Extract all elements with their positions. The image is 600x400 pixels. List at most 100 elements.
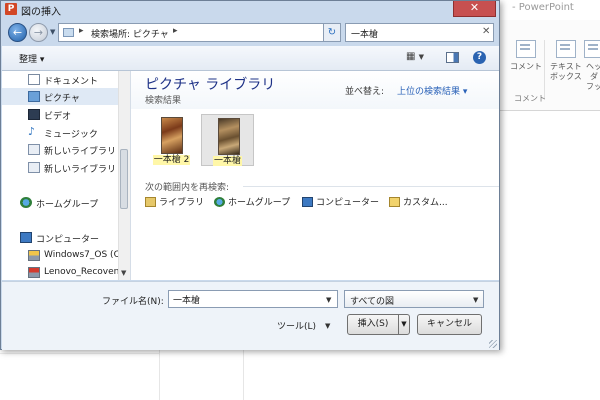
- textbox-label-1: テキスト: [550, 62, 582, 71]
- back-arrow-icon: ←: [12, 26, 23, 39]
- powerpoint-app-icon: P: [5, 3, 17, 15]
- back-button[interactable]: ←: [8, 23, 27, 42]
- nav-item-music[interactable]: ♪ ミュージック: [2, 124, 119, 141]
- insert-options-button[interactable]: ▼: [398, 314, 410, 335]
- file-item[interactable]: 一本槍 2: [145, 114, 198, 166]
- nav-item-videos[interactable]: ビデオ: [2, 106, 119, 123]
- nav-item-drive-c[interactable]: Windows7_OS (C: [2, 247, 120, 264]
- file-name: 一本槍 2: [152, 155, 191, 165]
- image-thumbnail: [218, 118, 240, 155]
- file-name: 一本槍: [212, 156, 242, 166]
- chevron-down-icon: ▼: [473, 296, 479, 304]
- image-thumbnail: [161, 117, 183, 154]
- breadcrumb-chevron-icon[interactable]: ▸: [173, 26, 178, 36]
- command-toolbar: 整理 ▾ ▦ ▼ ?: [2, 46, 499, 71]
- preview-pane-icon[interactable]: [446, 52, 459, 63]
- file-type-value: すべての図: [350, 297, 395, 307]
- resize-grip-icon[interactable]: [489, 340, 497, 348]
- dialog-title: 図の挿入: [21, 7, 61, 18]
- drive-icon: [28, 250, 40, 261]
- insert-button[interactable]: 挿入(S): [347, 314, 399, 335]
- arrange-by-dropdown[interactable]: 上位の検索結果 ▾: [397, 84, 467, 97]
- navigation-pane: ドキュメント ピクチャ ビデオ ♪ ミュージック 新しいライブラリ 新しいライブ…: [2, 71, 131, 280]
- tools-dropdown-icon[interactable]: ▼: [325, 322, 330, 330]
- library-title: ピクチャ ライブラリ: [145, 77, 276, 93]
- library-header: ピクチャ ライブラリ 検索結果 並べ替え: 上位の検索結果 ▾: [131, 71, 499, 109]
- clear-search-icon[interactable]: ✕: [482, 26, 490, 37]
- nav-item-homegroup[interactable]: ホームグループ: [2, 194, 119, 211]
- address-path[interactable]: 検索場所: ピクチャ: [91, 27, 169, 40]
- insert-picture-dialog: P 図の挿入 ✕ ← → ▼ ▸ 検索場所: ピクチャ ▸ ▼ ↻ 一本槍 ✕ …: [0, 0, 500, 350]
- powerpoint-title: - PowerPoint: [512, 2, 574, 13]
- navigation-row: ← → ▼ ▸ 検索場所: ピクチャ ▸ ▼ ↻ 一本槍 ✕: [1, 18, 499, 46]
- folder-icon: [63, 28, 74, 37]
- cancel-button[interactable]: キャンセル: [417, 314, 482, 335]
- search-input[interactable]: 一本槍: [351, 27, 378, 40]
- refresh-button[interactable]: ↻: [323, 23, 341, 42]
- filename-label: ファイル名(N):: [102, 297, 164, 307]
- music-icon: ♪: [28, 125, 36, 138]
- chevron-down-icon: ▼: [401, 320, 407, 328]
- pictures-icon: [28, 91, 40, 102]
- divider: [243, 186, 499, 187]
- forward-button[interactable]: →: [29, 23, 48, 42]
- nav-item-documents[interactable]: ドキュメント: [2, 71, 119, 88]
- search-box[interactable]: 一本槍 ✕: [345, 23, 494, 42]
- breadcrumb-chevron-icon[interactable]: ▸: [79, 26, 84, 36]
- nav-item-computer[interactable]: コンピューター: [2, 229, 119, 246]
- scroll-down-icon[interactable]: ▼: [121, 269, 126, 277]
- homegroup-icon: [214, 197, 225, 207]
- recent-locations-dropdown-icon[interactable]: ▼: [50, 28, 55, 36]
- file-item-selected[interactable]: 一本槍: [201, 114, 254, 166]
- header-footer-icon: [584, 40, 600, 58]
- nav-scrollbar[interactable]: ▼: [118, 71, 130, 280]
- forward-arrow-icon: →: [33, 26, 44, 39]
- document-edge: [159, 345, 160, 400]
- comment-label: コメント: [510, 62, 542, 71]
- close-button[interactable]: ✕: [453, 1, 496, 17]
- nav-item-new-library-1[interactable]: 新しいライブラリ: [2, 141, 119, 158]
- header-label-2: フッ: [586, 82, 600, 91]
- organize-menu[interactable]: 整理 ▾: [19, 52, 44, 65]
- computer-icon: [302, 197, 313, 207]
- library-subtitle: 検索結果: [145, 96, 182, 106]
- ribbon-group-comment: コメント: [514, 94, 546, 103]
- comment-button[interactable]: コメント: [510, 40, 542, 72]
- view-dropdown-icon: ▼: [418, 53, 425, 61]
- title-bar[interactable]: P 図の挿入 ✕: [1, 1, 499, 18]
- document-edge: [243, 345, 244, 400]
- textbox-icon: [555, 40, 576, 58]
- help-icon[interactable]: ?: [473, 51, 486, 64]
- search-again-label: 次の範囲内を再検索:: [145, 183, 230, 193]
- view-grid-icon: ▦: [406, 51, 416, 62]
- library-folder-icon: [145, 197, 156, 207]
- drive-icon: [28, 267, 40, 278]
- computer-icon: [20, 232, 32, 243]
- textbox-button[interactable]: テキスト ボックス: [550, 40, 582, 82]
- tools-menu[interactable]: ツール(L): [277, 319, 316, 332]
- nav-item-drive-recovery[interactable]: Lenovo_Recoven: [2, 264, 119, 280]
- nav-item-pictures[interactable]: ピクチャ: [2, 88, 119, 105]
- video-icon: [28, 109, 40, 120]
- header-label-1: ヘッダ: [586, 62, 600, 81]
- library-icon: [28, 162, 40, 173]
- ribbon-separator: [544, 40, 545, 100]
- custom-folder-icon: [389, 197, 400, 207]
- comment-icon: [516, 40, 536, 58]
- document-icon: [28, 74, 40, 85]
- dialog-footer: ファイル名(N): ▼ すべての図 ▼ ツール(L) ▼ 挿入(S) ▼ キャン…: [2, 281, 499, 350]
- nav-item-new-library-2[interactable]: 新しいライブラリ: [2, 159, 119, 176]
- refresh-icon: ↻: [327, 27, 337, 38]
- close-icon: ✕: [469, 1, 480, 14]
- filename-dropdown-icon[interactable]: ▼: [326, 296, 331, 304]
- scrollbar-thumb[interactable]: [120, 149, 128, 209]
- header-footer-button[interactable]: ヘッダ フッ: [584, 40, 600, 92]
- file-type-filter[interactable]: すべての図 ▼: [344, 290, 484, 308]
- library-icon: [28, 144, 40, 155]
- filename-input[interactable]: [168, 290, 338, 308]
- change-view-button[interactable]: ▦ ▼: [406, 51, 424, 62]
- address-bar[interactable]: ▸ 検索場所: ピクチャ ▸ ▼: [58, 23, 375, 42]
- arrange-by-label: 並べ替え:: [345, 87, 385, 97]
- textbox-label-2: ボックス: [550, 72, 582, 81]
- homegroup-icon: [20, 197, 32, 208]
